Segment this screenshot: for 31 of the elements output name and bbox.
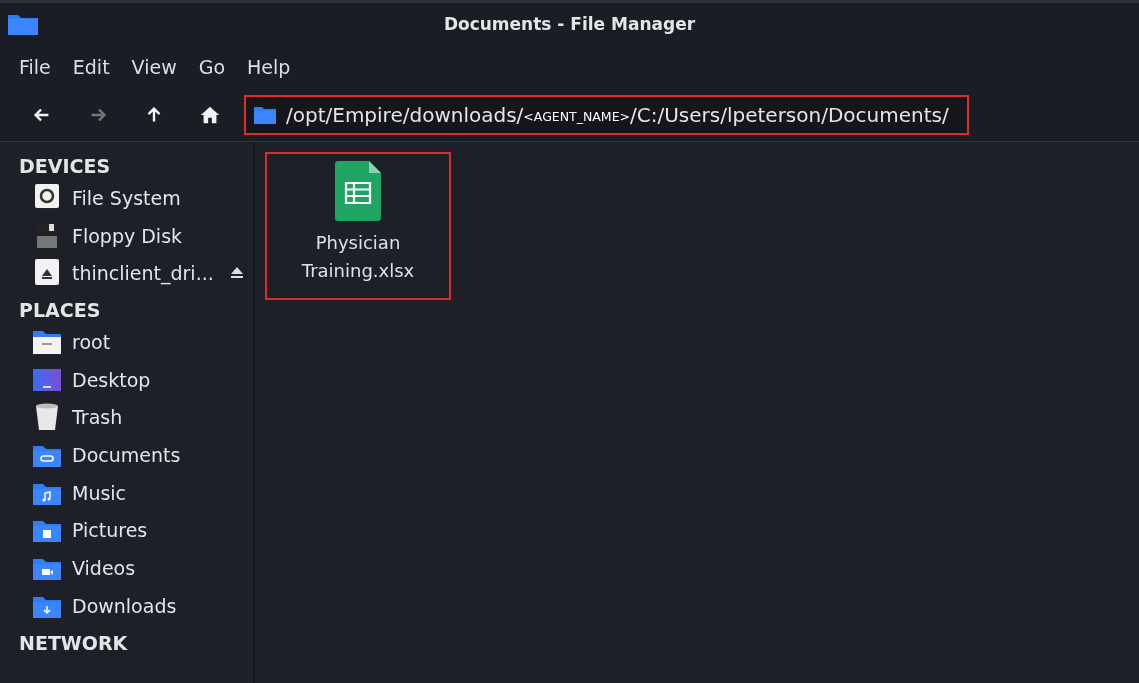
folder-icon: [254, 106, 276, 124]
desktop-icon: [32, 366, 62, 393]
sidebar-item[interactable]: Pictures: [72, 519, 243, 542]
document-tile[interactable]: Physician Training.xlsx: [265, 152, 451, 300]
menu-item[interactable]: Edit: [61, 56, 121, 78]
sidebar-item[interactable]: Documents: [72, 443, 243, 466]
folder-icon: [32, 328, 62, 355]
section-heading: DEVICES: [18, 154, 112, 179]
sidebar-item[interactable]: Desktop: [72, 368, 243, 391]
menu-item[interactable]: Help: [236, 56, 302, 78]
file-name: Physician Training.xlsx: [300, 231, 416, 283]
sidebar-item[interactable]: Videos: [72, 557, 243, 580]
section-heading: NETWORK: [18, 630, 129, 656]
section-heading: PLACES: [18, 298, 102, 324]
sidebar-item[interactable]: Floppy Disk: [72, 224, 243, 247]
home-icon: [199, 104, 221, 126]
menu-item[interactable]: View: [120, 56, 188, 78]
trash-icon: [34, 402, 60, 433]
sidebar-item[interactable]: root: [72, 330, 243, 353]
sidebar-item[interactable]: Trash: [72, 406, 243, 429]
menu-item[interactable]: Go: [187, 56, 237, 78]
spreadsheet-icon: [335, 161, 381, 221]
eject-icon[interactable]: [231, 266, 243, 278]
sidebar-item[interactable]: thinclient_dri...: [72, 262, 221, 285]
sidebar-item[interactable]: Downloads: [72, 594, 243, 617]
window-title: Documents - File Manager: [443, 14, 696, 34]
sidebar-item[interactable]: Music: [72, 481, 243, 504]
folder-icon: [8, 13, 38, 35]
sidebar-item[interactable]: File System: [72, 186, 243, 209]
location-field[interactable]: /opt/Empire/downloads/<AGENT_NAME>/C:/Users/lpeterson/Documents/: [244, 95, 969, 135]
menu-item[interactable]: File: [8, 56, 62, 78]
